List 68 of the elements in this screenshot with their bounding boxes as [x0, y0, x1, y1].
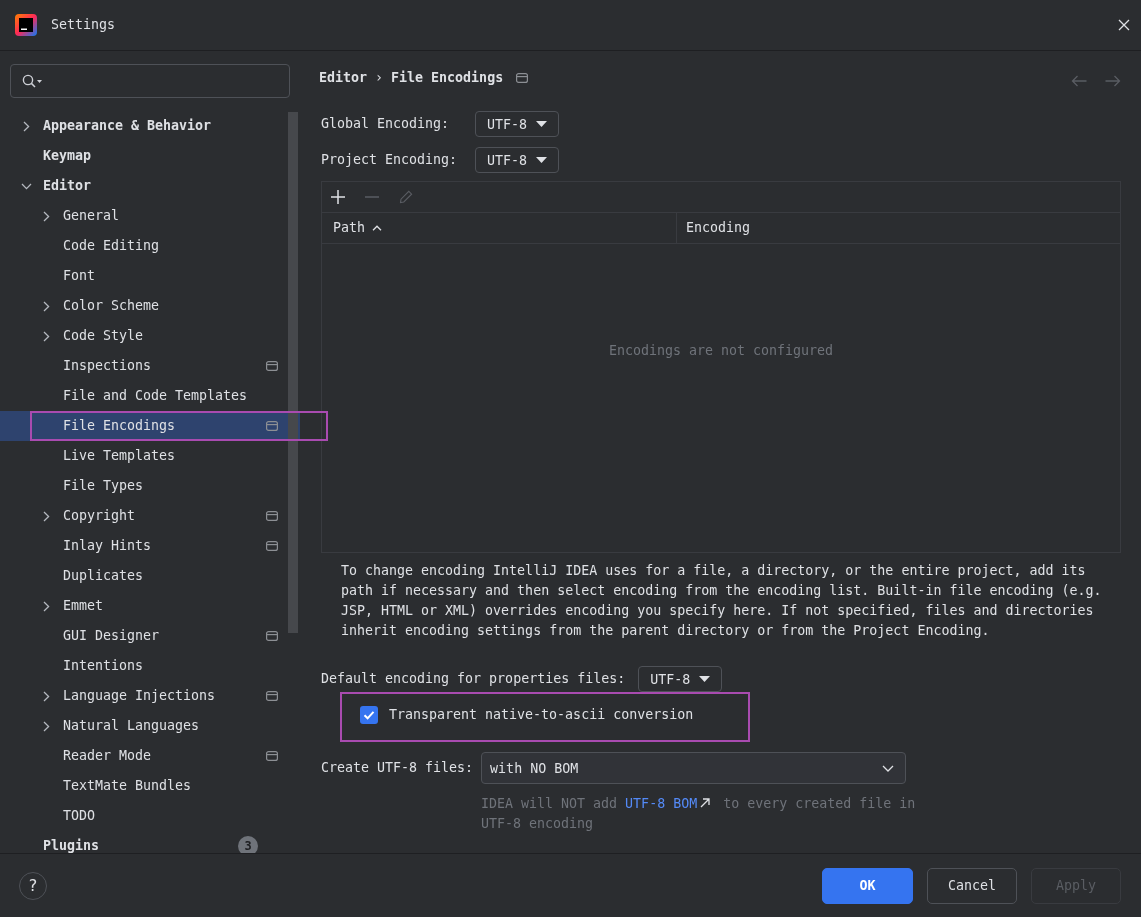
tree-item[interactable]: GUI Designer: [0, 621, 300, 651]
search-field[interactable]: [10, 64, 290, 98]
app-logo-icon: [15, 14, 37, 36]
chevron-down-icon: [882, 764, 895, 772]
chevron-right-icon[interactable]: [42, 210, 50, 222]
tree-item[interactable]: Duplicates: [0, 561, 300, 591]
encoding-dropdown[interactable]: UTF-8: [475, 111, 560, 137]
tree-item[interactable]: Keymap: [0, 141, 300, 171]
tree-item[interactable]: TextMate Bundles: [0, 771, 300, 801]
cancel-button[interactable]: Cancel: [927, 867, 1017, 904]
close-icon[interactable]: [1118, 19, 1130, 31]
chevron-right-icon[interactable]: [42, 720, 50, 732]
chevron-right-icon[interactable]: [42, 510, 50, 522]
tree-item[interactable]: File Types: [0, 471, 300, 501]
tree-item[interactable]: File Encodings: [0, 411, 328, 441]
tree-item[interactable]: Editor: [0, 171, 300, 201]
breadcrumb-item: File Encodings: [391, 70, 504, 86]
ok-button[interactable]: OK: [822, 867, 913, 904]
chevron-right-icon[interactable]: [42, 690, 50, 702]
column-header[interactable]: Path: [322, 213, 677, 243]
caret-icon: [536, 157, 548, 163]
search-icon: [22, 74, 42, 88]
plus-icon[interactable]: [331, 190, 345, 204]
breadcrumb-separator: ›: [375, 70, 384, 86]
column-header[interactable]: Encoding: [677, 213, 1120, 243]
tree-item[interactable]: Intentions: [0, 651, 300, 681]
tree-item[interactable]: Copyright: [0, 501, 300, 531]
tree-item[interactable]: Code Editing: [0, 231, 300, 261]
breadcrumb-item: Editor: [319, 70, 368, 86]
checkbox[interactable]: [360, 706, 378, 724]
link[interactable]: UTF-8 BOM: [625, 796, 716, 811]
tree-item[interactable]: Inspections: [0, 351, 300, 381]
tree-item[interactable]: General: [0, 201, 300, 231]
tree-item[interactable]: Color Scheme: [0, 291, 300, 321]
description-text: To change encoding IntelliJ IDEA uses for a file, a directory, or the entire project, add its path if necessary and then select encoding from the encoding list. Built-in file encoding (e.g. JSP, HTML or XML) overrides encoding you specify here. If not specified, files and directories inherit encoding settings from the parent directory or from the Project Encoding.: [340, 562, 1103, 640]
field-label: Create UTF-8 files:: [321, 760, 474, 776]
tree-item[interactable]: Code Style: [0, 321, 300, 351]
bom-dropdown[interactable]: with NO BOM: [481, 752, 907, 784]
tree-item[interactable]: Natural Languages: [0, 711, 300, 741]
caret-icon: [699, 676, 711, 682]
tree-item[interactable]: Inlay Hints: [0, 531, 300, 561]
chevron-down-icon[interactable]: [20, 182, 32, 190]
field-label: Default encoding for properties files:: [321, 671, 626, 687]
tree-item[interactable]: Font: [0, 261, 300, 291]
chevron-right-icon[interactable]: [22, 120, 30, 132]
encoding-dropdown[interactable]: UTF-8: [475, 147, 560, 173]
tree-item[interactable]: Reader Mode: [0, 741, 300, 771]
encoding-dropdown[interactable]: UTF-8: [638, 666, 723, 692]
field-label: Project Encoding:: [321, 152, 458, 168]
field-label: Global Encoding:: [321, 116, 451, 132]
chevron-right-icon[interactable]: [42, 300, 50, 312]
tree-item[interactable]: Plugins 3: [0, 831, 300, 853]
tree-item[interactable]: Language Injections: [0, 681, 300, 711]
count-badge: 3: [238, 836, 258, 853]
caret-icon: [536, 121, 548, 127]
checkbox-label[interactable]: Transparent native-to-ascii conversion: [389, 707, 694, 723]
empty-state-text: Encodings are not configured: [608, 343, 834, 358]
chevron-right-icon[interactable]: [42, 600, 50, 612]
tree-item[interactable]: Emmet: [0, 591, 300, 621]
tree-item[interactable]: Appearance & Behavior: [0, 111, 300, 141]
arrow-up-right-icon: [700, 798, 711, 808]
tree-item[interactable]: File and Code Templates: [0, 381, 300, 411]
scrollbar-thumb[interactable]: [288, 112, 298, 633]
chevron-right-icon[interactable]: [42, 330, 50, 342]
hint-text: IDEA will NOT add UTF-8 BOM to every created file in UTF-8 encoding: [481, 795, 917, 833]
window-title: Settings: [51, 17, 116, 33]
tree-item[interactable]: Live Templates: [0, 441, 300, 471]
tree-item[interactable]: TODO: [0, 801, 300, 831]
